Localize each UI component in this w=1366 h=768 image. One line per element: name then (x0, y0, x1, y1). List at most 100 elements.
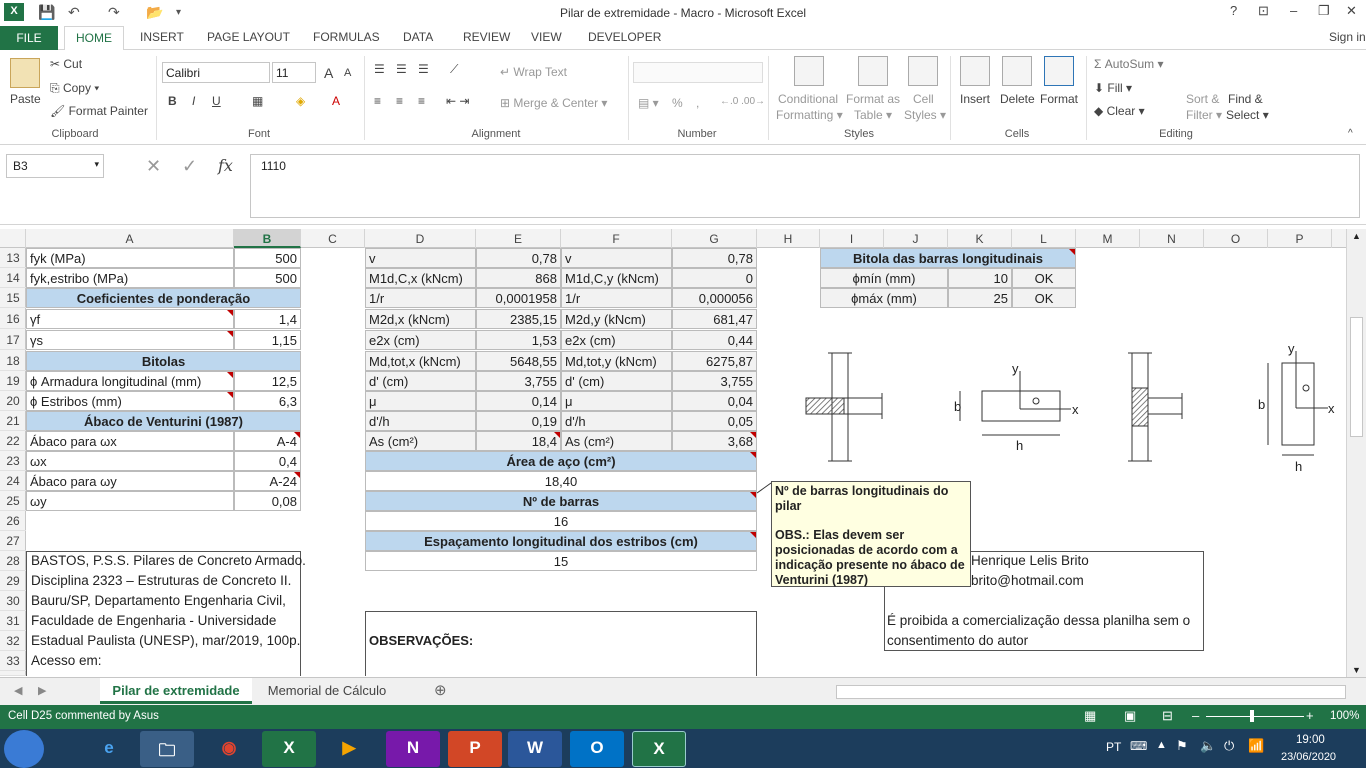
tab-data[interactable]: DATA (403, 30, 433, 44)
formula-input[interactable]: 1110 (250, 154, 1360, 218)
cell-d15[interactable]: 1/r (365, 288, 476, 308)
excel-taskbar-icon[interactable]: X (262, 731, 316, 767)
indent-icon[interactable]: ⇤ ⇥ (446, 94, 469, 108)
row-header[interactable]: 31 (0, 611, 26, 631)
find-select-button[interactable]: Find & (1228, 92, 1263, 106)
cell-b16[interactable]: 1,4 (234, 309, 301, 329)
cell-e22[interactable]: 18,4 (476, 431, 561, 451)
row-header[interactable]: 27 (0, 531, 26, 551)
row-header[interactable]: 23 (0, 451, 26, 471)
sheet-tab-memorial[interactable]: Memorial de Cálculo (256, 683, 398, 698)
column-header-n[interactable]: N (1140, 229, 1204, 248)
number-format-select[interactable] (633, 62, 763, 83)
cell-d27-header[interactable]: Espaçamento longitudinal dos estribos (c… (365, 531, 757, 551)
cell-g17[interactable]: 0,44 (672, 330, 757, 350)
row-header[interactable]: 33 (0, 651, 26, 671)
media-player-taskbar-icon[interactable]: ▶ (322, 731, 376, 767)
column-header-e[interactable]: E (476, 229, 561, 248)
sort-filter-button[interactable]: Sort & (1186, 92, 1219, 106)
cell-a28[interactable]: BASTOS, P.S.S. Pilares de Concreto Armad… (28, 551, 306, 571)
normal-view-icon[interactable]: ▦ (1084, 708, 1096, 724)
row-header[interactable]: 14 (0, 268, 26, 288)
comma-button[interactable]: , (696, 96, 699, 110)
cell-g16[interactable]: 681,47 (672, 309, 757, 329)
power-icon[interactable]: ⏻ (1224, 738, 1234, 754)
accounting-icon[interactable]: ▤ ▾ (638, 96, 659, 110)
copy-button[interactable]: ⎘ Copy ▾ (50, 81, 99, 96)
cell-j32[interactable]: consentimento do autor (884, 631, 1202, 651)
chrome-taskbar-icon[interactable]: ◉ (202, 731, 256, 767)
column-header-l[interactable]: L (1012, 229, 1076, 248)
wrap-text-button[interactable]: ↵ Wrap Text (500, 65, 567, 79)
page-break-view-icon[interactable]: ⊟ (1162, 708, 1173, 724)
cell-d22[interactable]: As (cm²) (365, 431, 476, 451)
select-all-corner[interactable] (0, 229, 26, 248)
zoom-out-icon[interactable]: – (1192, 708, 1199, 723)
cell-f19[interactable]: d' (cm) (561, 371, 672, 391)
row-header[interactable]: 30 (0, 591, 26, 611)
row-header[interactable]: 20 (0, 391, 26, 411)
cell-e18[interactable]: 5648,55 (476, 351, 561, 371)
cell-a19[interactable]: ϕ Armadura longitudinal (mm) (26, 371, 234, 391)
cell-g21[interactable]: 0,05 (672, 411, 757, 431)
orientation-icon[interactable]: ⟋ (450, 62, 458, 77)
cell-f16[interactable]: M2d,y (kNcm) (561, 309, 672, 329)
ie-taskbar-icon[interactable]: e (82, 731, 136, 767)
column-header-c[interactable]: C (301, 229, 365, 248)
italic-button[interactable]: I (192, 94, 195, 108)
sheet-tab-pilar[interactable]: Pilar de extremidade (100, 678, 252, 704)
fill-button[interactable]: ⬇ Fill ▾ (1094, 81, 1132, 95)
row-header[interactable]: 16 (0, 309, 26, 329)
cell-b20[interactable]: 6,3 (234, 391, 301, 411)
cell-b17[interactable]: 1,15 (234, 330, 301, 350)
cell-b23[interactable]: 0,4 (234, 451, 301, 471)
align-top-icon[interactable]: ☰ (374, 62, 385, 76)
cell-i15[interactable]: ϕmáx (mm) (820, 288, 948, 308)
column-header-b[interactable]: B (234, 229, 301, 248)
cell-a14[interactable]: fyk,estribo (MPa) (26, 268, 234, 288)
zoom-slider-thumb[interactable] (1250, 710, 1254, 722)
zoom-level[interactable]: 100% (1330, 710, 1359, 722)
cell-a20[interactable]: ϕ Estribos (mm) (26, 391, 234, 411)
cell-b19[interactable]: 12,5 (234, 371, 301, 391)
cell-d16[interactable]: M2d,x (kNcm) (365, 309, 476, 329)
new-sheet-icon[interactable]: ⊕ (434, 681, 447, 699)
cell-e13[interactable]: 0,78 (476, 248, 561, 268)
cell-j28[interactable]: Henrique Lelis Brito (968, 551, 1198, 571)
vertical-scrollbar[interactable]: ▲ ▼ (1346, 229, 1366, 677)
cell-e15[interactable]: 0,0001958 (476, 288, 561, 308)
cell-g19[interactable]: 3,755 (672, 371, 757, 391)
start-button[interactable] (4, 730, 44, 768)
cell-g15[interactable]: 0,000056 (672, 288, 757, 308)
close-button[interactable]: ✕ (1346, 3, 1357, 19)
cell-b22[interactable]: A-4 (234, 431, 301, 451)
percent-button[interactable]: % (672, 96, 683, 110)
cell-j31[interactable]: É proibida a comercialização dessa plani… (884, 611, 1202, 631)
grow-font-button[interactable]: A (324, 65, 333, 81)
cell-f17[interactable]: e2x (cm) (561, 330, 672, 350)
cell-d13[interactable]: v (365, 248, 476, 268)
cut-button[interactable]: ✂ Cut (50, 57, 82, 71)
conditional-formatting-button-2[interactable]: Formatting ▾ (776, 108, 843, 122)
cell-f14[interactable]: M1d,C,y (kNcm) (561, 268, 672, 288)
align-left-icon[interactable]: ≡ (374, 94, 381, 108)
clock-date[interactable]: 23/06/2020 (1281, 751, 1336, 763)
next-sheet-icon[interactable]: ▶ (38, 684, 46, 697)
cell-k14[interactable]: 10 (948, 268, 1012, 288)
scroll-thumb[interactable] (1350, 317, 1363, 437)
cell-i13-header[interactable]: Bitola das barras longitudinais (820, 248, 1076, 268)
cell-d19[interactable]: d' (cm) (365, 371, 476, 391)
excel-active-taskbar-icon[interactable]: X (632, 731, 686, 767)
column-header-g[interactable]: G (672, 229, 757, 248)
tab-home[interactable]: HOME (64, 26, 124, 51)
cell-a25[interactable]: ωy (26, 491, 234, 511)
network-icon[interactable]: 📶 (1248, 738, 1264, 754)
cell-a31[interactable]: Faculdade de Engenharia - Universidade (28, 611, 300, 631)
column-header-f[interactable]: F (561, 229, 672, 248)
cell-f21[interactable]: d'/h (561, 411, 672, 431)
row-header[interactable]: 24 (0, 471, 26, 491)
cell-d18[interactable]: Md,tot,x (kNcm) (365, 351, 476, 371)
tab-file[interactable]: FILE (0, 26, 58, 50)
cell-a33[interactable]: Acesso em: (28, 651, 300, 671)
cell-d32[interactable]: OBSERVAÇÕES: (366, 631, 666, 651)
